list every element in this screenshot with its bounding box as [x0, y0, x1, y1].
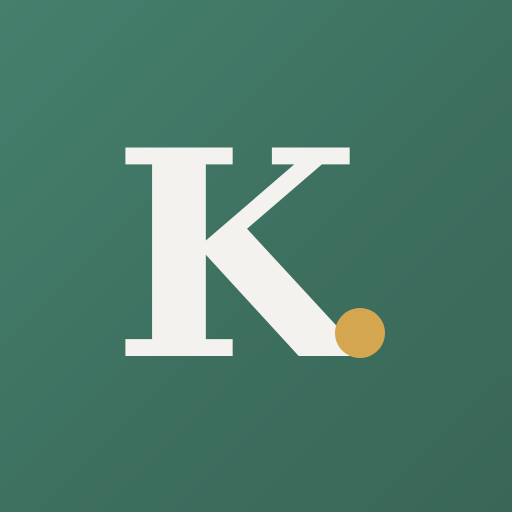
logo-mark: K — [112, 88, 385, 424]
app-icon-tile: K — [0, 0, 512, 512]
logo-letter: K — [112, 88, 371, 424]
period-dot-icon — [335, 308, 385, 358]
